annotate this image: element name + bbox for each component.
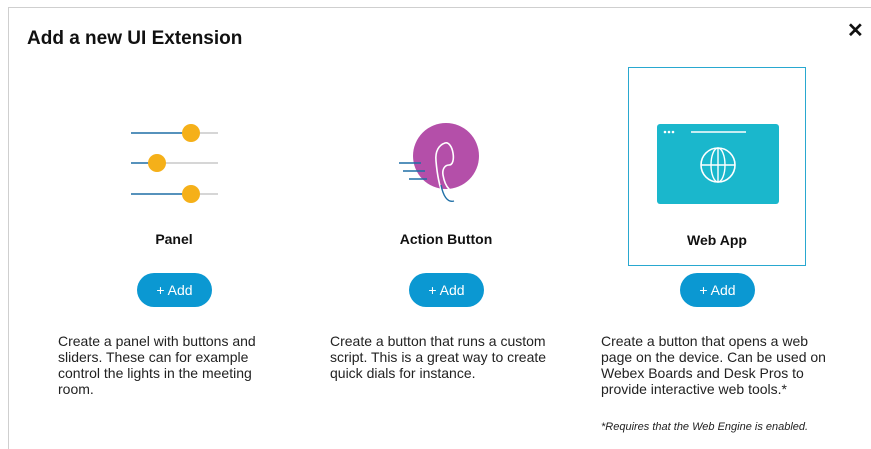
option-action-button[interactable]: Action Button	[357, 67, 535, 266]
phone-call-icon	[399, 123, 479, 204]
description-action-button: Create a button that runs a custom scrip…	[330, 333, 547, 381]
option-panel[interactable]: Panel	[85, 67, 263, 266]
add-action-button-button[interactable]: + Add	[409, 273, 484, 307]
description-panel: Create a panel with buttons and sliders.…	[58, 333, 256, 397]
option-label-panel: Panel	[155, 231, 193, 247]
dialog-title: Add a new UI Extension	[27, 28, 243, 49]
option-web-app[interactable]: Web App	[628, 67, 806, 266]
add-panel-button[interactable]: + Add	[137, 273, 212, 307]
description-web-app: Create a button that opens a web page on…	[601, 333, 826, 397]
sliders-icon	[131, 124, 218, 203]
dialog-border-top	[8, 7, 871, 8]
add-ui-extension-dialog: Add a new UI Extension ✕ Panel Action Bu…	[0, 0, 871, 449]
web-browser-icon	[657, 124, 779, 204]
dialog-border-left	[8, 7, 9, 449]
footnote: *Requires that the Web Engine is enabled…	[601, 421, 809, 433]
close-icon[interactable]: ✕	[847, 20, 864, 42]
option-label-action-button: Action Button	[399, 231, 493, 247]
option-label-web-app: Web App	[687, 232, 747, 248]
add-web-app-button[interactable]: + Add	[680, 273, 755, 307]
